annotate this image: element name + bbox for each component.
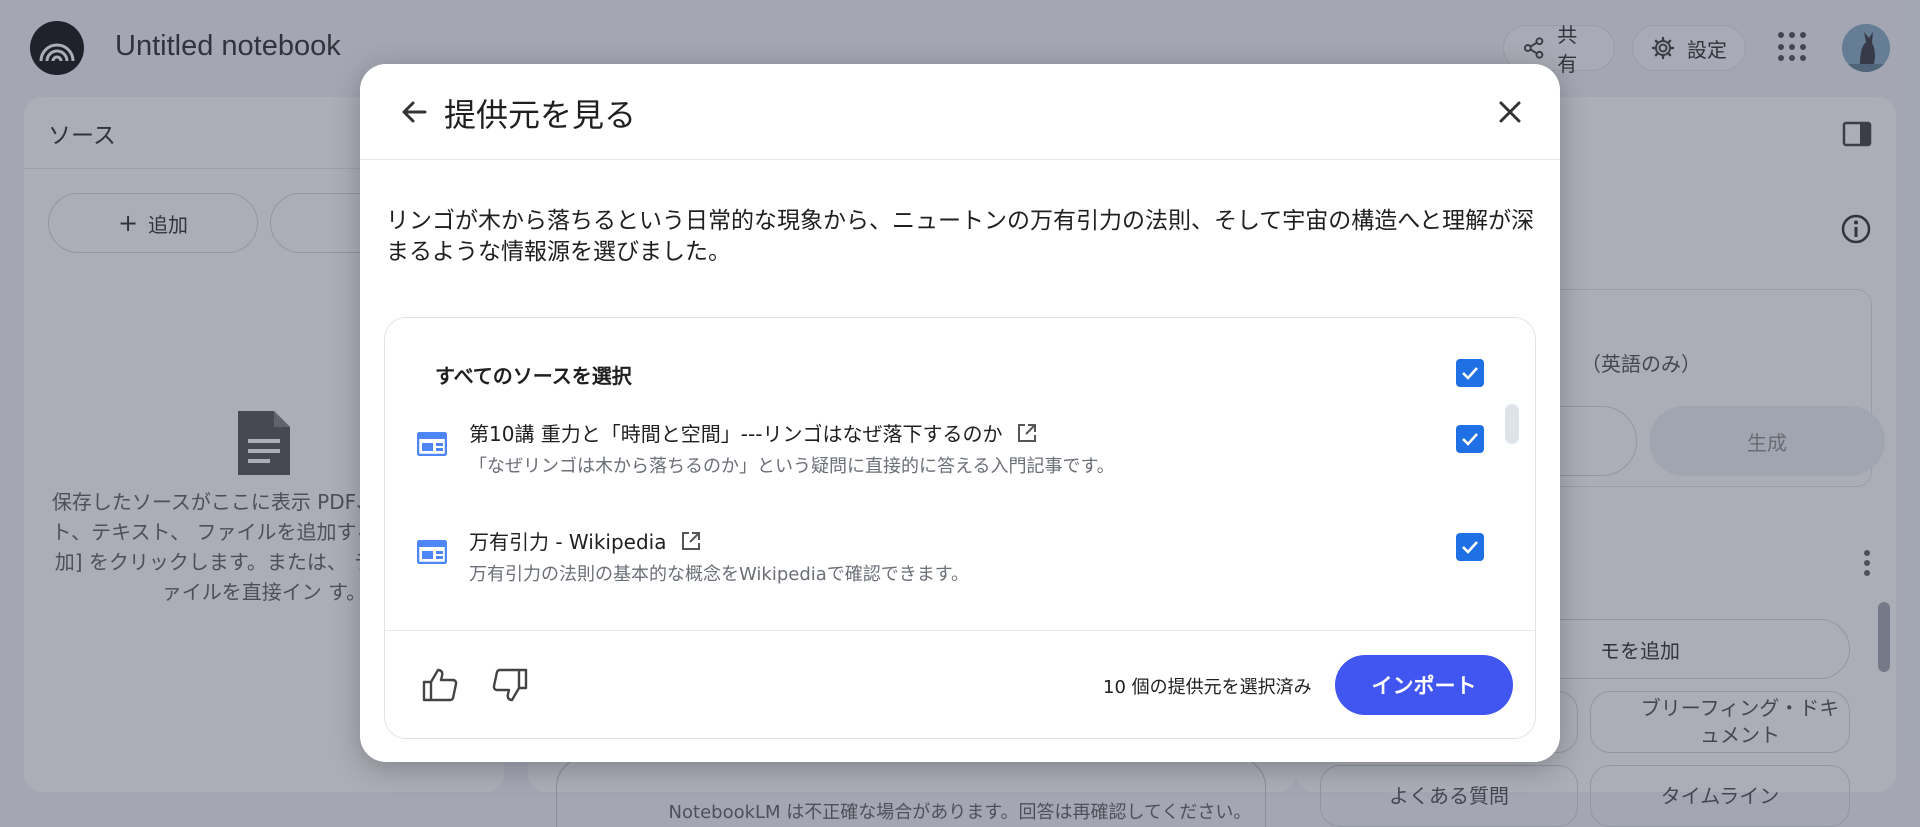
view-sources-dialog: 提供元を見る リンゴが木から落ちるという日常的な現象から、ニュートンの万有引力の… (360, 64, 1560, 762)
list-item[interactable]: 万有引力 - Wikipedia 万有引力の法則の基本的な概念をWikipedi… (385, 526, 1485, 616)
source-title[interactable]: 万有引力 - Wikipedia (469, 526, 702, 555)
source-title[interactable]: 第10講 重力と「時間と空間」---リンゴはなぜ落下するのか (469, 418, 1038, 447)
source-list-card: すべてのソースを選択 第10講 重力と「時間と空間」---リンゴはなぜ落下するの… (384, 317, 1536, 739)
source-list-scrollbar[interactable] (1505, 404, 1519, 444)
source-checkbox[interactable] (1456, 425, 1484, 453)
dialog-title: 提供元を見る (444, 96, 637, 134)
open-in-new-icon[interactable] (1016, 422, 1038, 444)
thumb-up-icon[interactable] (421, 667, 459, 707)
dialog-description: リンゴが木から落ちるという日常的な現象から、ニュートンの万有引力の法則、そして宇… (386, 208, 1535, 265)
list-item[interactable]: 第10講 重力と「時間と空間」---リンゴはなぜ落下するのか 「なぜリンゴは木か… (385, 418, 1485, 508)
check-icon (1462, 367, 1478, 380)
dialog-footer: 10 個の提供元を選択済み インポート (385, 630, 1535, 738)
source-title-text: 第10講 重力と「時間と空間」---リンゴはなぜ落下するのか (469, 422, 1003, 446)
web-source-icon (417, 432, 447, 456)
thumb-down-icon[interactable] (491, 667, 529, 707)
back-button[interactable] (394, 92, 434, 132)
select-all-checkbox[interactable] (1456, 359, 1484, 387)
check-icon (1462, 433, 1478, 446)
source-description: 「なぜリンゴは木から落ちるのか」という疑問に直接的に答える入門記事です。 (469, 456, 1115, 477)
close-button[interactable] (1490, 92, 1530, 132)
source-checkbox[interactable] (1456, 533, 1484, 561)
dialog-header: 提供元を見る (360, 64, 1560, 160)
check-icon (1462, 541, 1478, 554)
selected-count-text: 10 個の提供元を選択済み (1103, 677, 1312, 698)
open-in-new-icon[interactable] (680, 530, 702, 552)
source-description: 万有引力の法則の基本的な概念をWikipediaで確認できます。 (469, 564, 969, 585)
select-all-label: すべてのソースを選択 (435, 364, 632, 388)
import-button[interactable]: インポート (1335, 655, 1513, 715)
arrow-back-icon (402, 101, 427, 123)
web-source-icon (417, 540, 447, 564)
source-title-text: 万有引力 - Wikipedia (469, 530, 667, 554)
close-icon (1499, 101, 1521, 123)
